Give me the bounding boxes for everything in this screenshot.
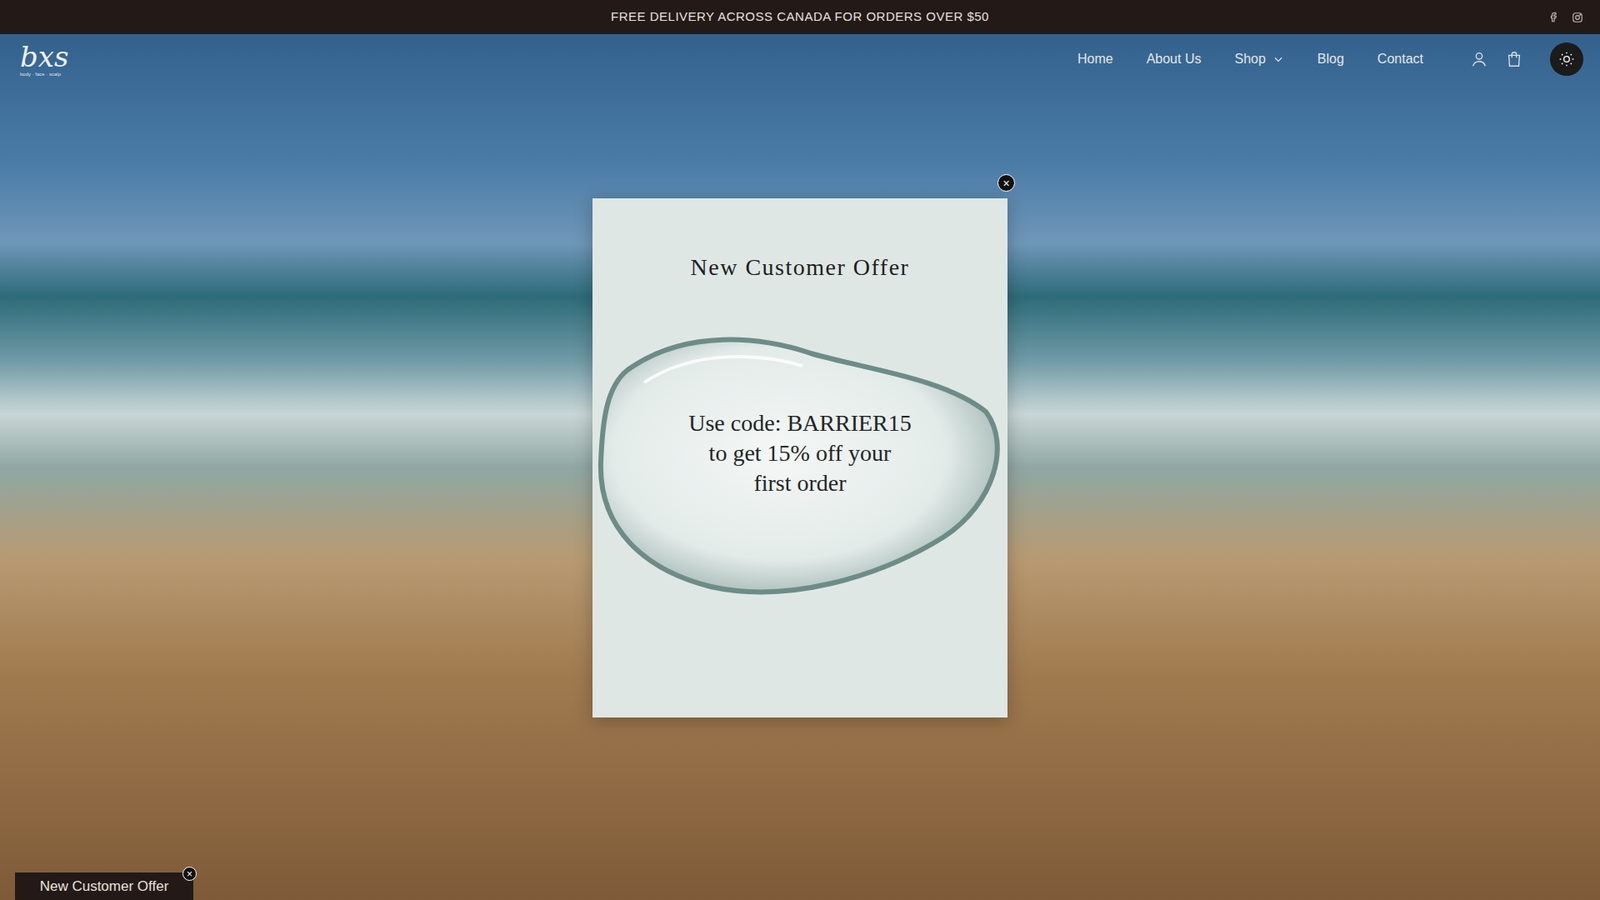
- cart-bag-icon[interactable]: [1505, 50, 1524, 69]
- offer-tab-close-button[interactable]: ×: [182, 866, 197, 881]
- nav-item[interactable]: Shop: [1234, 49, 1284, 70]
- logo-mark[interactable]: bxs: [20, 41, 69, 72]
- close-glyph[interactable]: ×: [1002, 177, 1010, 190]
- sun-icon: [1558, 50, 1575, 68]
- nav-item[interactable]: Home: [1077, 49, 1114, 70]
- theme-toggle[interactable]: [1550, 42, 1584, 76]
- chevron-down-icon[interactable]: [1272, 53, 1285, 65]
- instagram-icon[interactable]: [1571, 11, 1584, 24]
- nav-label[interactable]: Blog: [1317, 49, 1345, 70]
- announcement-bar: FREE DELIVERY ACROSS CANADA FOR ORDERS O…: [0, 0, 1600, 35]
- offer-message-line: first order: [753, 468, 846, 499]
- announcement-text: FREE DELIVERY ACROSS CANADA FOR ORDERS O…: [610, 7, 990, 27]
- nav-item[interactable]: About Us: [1146, 49, 1202, 70]
- modal-close-button[interactable]: ×: [997, 174, 1015, 192]
- main-nav: Home About Us Shop Blog Contact: [1077, 49, 1424, 70]
- nav-item[interactable]: Blog: [1317, 49, 1345, 70]
- logo-tagline: body · face · scalp: [20, 71, 61, 77]
- page: FREE DELIVERY ACROSS CANADA FOR ORDERS O…: [0, 0, 1600, 900]
- logo[interactable]: bxs body · face · scalp: [20, 41, 70, 77]
- nav-label[interactable]: Contact: [1377, 49, 1424, 70]
- account-icon[interactable]: [1470, 50, 1489, 69]
- offer-modal: New Customer Offer Use code: BARRIER15to…: [592, 198, 1008, 718]
- offer-tab[interactable]: New Customer Offer: [15, 872, 194, 900]
- offer-tab-label[interactable]: New Customer Offer: [40, 875, 170, 898]
- nav-label[interactable]: Shop: [1234, 49, 1265, 70]
- close-glyph[interactable]: ×: [186, 869, 193, 880]
- facebook-icon[interactable]: [1548, 10, 1560, 24]
- modal-title: New Customer Offer: [690, 250, 910, 285]
- site-header: bxs body · face · scalp Home About Us Shop…: [0, 34, 1600, 85]
- nav-label[interactable]: Home: [1077, 49, 1114, 70]
- offer-blob: Use code: BARRIER15to get 15% off yourfi…: [594, 320, 1006, 604]
- offer-message-line: to get 15% off your: [709, 438, 892, 469]
- nav-item[interactable]: Contact: [1377, 49, 1424, 70]
- nav-label[interactable]: About Us: [1146, 49, 1202, 70]
- offer-message-line: Use code: BARRIER15: [688, 408, 912, 439]
